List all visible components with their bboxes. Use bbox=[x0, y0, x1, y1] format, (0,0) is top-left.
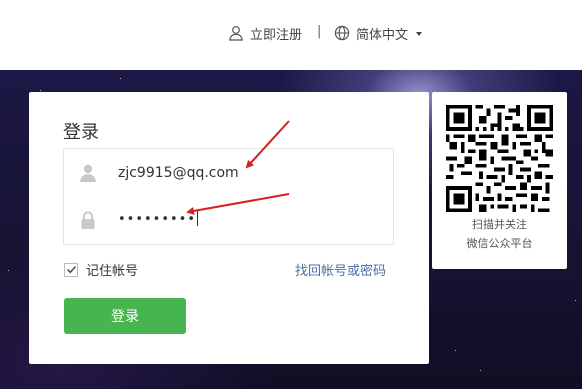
text-cursor bbox=[197, 211, 199, 226]
login-panel: 登录 zjc9915@qq.com ••••••••• 记住帐号 找回帐号或密码… bbox=[29, 92, 429, 364]
remember-label: 记住帐号 bbox=[86, 264, 139, 279]
qr-code-icon bbox=[446, 105, 553, 212]
forgot-link[interactable]: 找回帐号或密码 bbox=[295, 260, 386, 279]
top-bar: 立即注册 | 简体中文 bbox=[0, 0, 582, 70]
qr-panel: 扫描并关注 微信公众平台 bbox=[432, 92, 567, 269]
user-icon bbox=[80, 164, 96, 182]
password-input[interactable]: ••••••••• bbox=[118, 211, 199, 227]
password-value: ••••••••• bbox=[118, 212, 197, 227]
password-field[interactable]: ••••••••• bbox=[63, 196, 394, 245]
language-label: 简体中文 bbox=[356, 27, 409, 43]
page-root: 立即注册 | 简体中文 登录 zjc9915@qq.com ••••••••• … bbox=[0, 0, 582, 389]
globe-icon bbox=[334, 25, 350, 41]
register-label: 立即注册 bbox=[250, 27, 303, 43]
remember-checkbox[interactable] bbox=[64, 262, 78, 277]
caret-down-icon bbox=[416, 32, 423, 36]
login-button[interactable]: 登录 bbox=[64, 298, 186, 334]
qr-caption-line2: 微信公众平台 bbox=[466, 237, 533, 250]
lock-icon bbox=[81, 211, 95, 229]
remember-account[interactable]: 记住帐号 bbox=[64, 260, 138, 279]
username-input[interactable]: zjc9915@qq.com bbox=[118, 165, 239, 181]
login-button-label: 登录 bbox=[111, 309, 139, 325]
register-link[interactable]: 立即注册 bbox=[228, 23, 302, 43]
language-selector[interactable]: 简体中文 bbox=[334, 23, 423, 43]
login-title: 登录 bbox=[63, 122, 99, 143]
qr-caption-line1: 扫描并关注 bbox=[472, 218, 527, 231]
check-icon bbox=[66, 265, 76, 274]
username-field[interactable]: zjc9915@qq.com bbox=[63, 148, 394, 197]
header-separator: | bbox=[317, 24, 322, 39]
user-icon bbox=[229, 26, 243, 41]
